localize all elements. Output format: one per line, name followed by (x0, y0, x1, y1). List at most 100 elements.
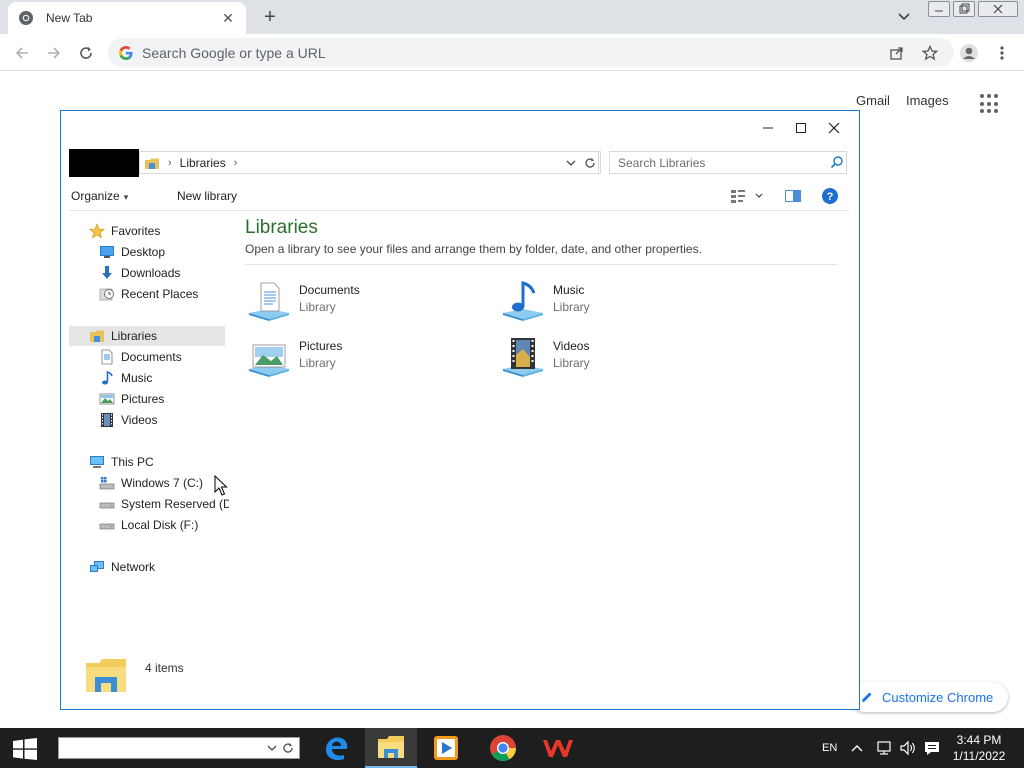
navigation-pane: Favorites Desktop Downloads Recent Place… (69, 219, 229, 649)
organize-button[interactable]: Organize ▾ (71, 189, 128, 203)
library-videos[interactable]: Videos Library (501, 335, 721, 379)
nav-this-pc[interactable]: This PC (89, 452, 154, 472)
new-tab-button[interactable]: + (258, 6, 282, 28)
file-explorer-icon[interactable] (365, 728, 417, 768)
chrome-close-button[interactable] (978, 1, 1018, 17)
nav-favorites-label: Favorites (111, 224, 161, 238)
library-name: Videos (553, 339, 590, 353)
nav-pictures[interactable]: Pictures (99, 389, 164, 409)
library-music[interactable]: Music Library (501, 279, 721, 323)
bookmark-star-icon[interactable] (921, 44, 939, 62)
nav-drive-d[interactable]: System Reserved (D: (99, 494, 229, 514)
nav-videos-label: Videos (121, 413, 158, 427)
computer-icon (90, 456, 104, 468)
preview-pane-icon[interactable] (784, 187, 802, 208)
breadcrumb-libraries[interactable]: Libraries (180, 156, 226, 170)
clock-time: 3:44 PM (956, 733, 1002, 747)
notification-icon[interactable] (923, 740, 941, 756)
nav-drive-f[interactable]: Local Disk (F:) (99, 515, 198, 535)
chrome-restore-button[interactable] (953, 1, 975, 17)
windows-drive-icon (99, 477, 115, 490)
chrome-icon[interactable] (477, 728, 529, 768)
file-explorer-window: › Libraries › Search Libraries Organize ▾… (60, 110, 860, 710)
mouse-cursor-icon (214, 475, 228, 496)
library-pictures[interactable]: Pictures Library (247, 335, 467, 379)
music-library-icon (503, 281, 543, 321)
tray-chevron-up-icon[interactable] (850, 742, 864, 754)
address-dropdown-icon[interactable] (563, 151, 579, 174)
tab-search-icon[interactable] (894, 8, 914, 26)
ntp-links: Gmail Images (856, 93, 965, 108)
nav-documents[interactable]: Documents (99, 347, 182, 367)
change-view-icon[interactable] (729, 187, 769, 208)
nav-libraries[interactable]: Libraries (69, 326, 225, 346)
wps-office-icon[interactable] (532, 728, 584, 768)
videos-library-icon (503, 338, 543, 377)
nav-desktop[interactable]: Desktop (99, 242, 165, 262)
share-icon[interactable] (888, 44, 906, 62)
profile-avatar-icon[interactable] (957, 41, 981, 65)
content-title: Libraries (245, 217, 318, 238)
nav-recent-places[interactable]: Recent Places (99, 284, 198, 304)
back-forward-buttons[interactable] (69, 149, 139, 177)
nav-this-pc-label: This PC (111, 455, 154, 469)
content-subtitle: Open a library to see your files and arr… (245, 242, 837, 265)
star-icon (89, 223, 105, 239)
tab-close-icon[interactable]: ✕ (220, 10, 236, 26)
gmail-link[interactable]: Gmail (856, 93, 890, 108)
desktop-icon (100, 246, 114, 258)
omnibox-placeholder: Search Google or type a URL (142, 44, 326, 61)
new-library-button[interactable]: New library (177, 189, 237, 203)
nav-videos[interactable]: Videos (99, 410, 157, 430)
refresh-icon[interactable] (579, 151, 601, 174)
chrome-menu-icon[interactable] (990, 41, 1014, 65)
help-icon[interactable]: ? (821, 187, 839, 208)
library-documents[interactable]: Documents Library (247, 279, 467, 323)
google-apps-icon[interactable] (980, 94, 1000, 114)
tab-new-tab[interactable]: New Tab ✕ (8, 2, 246, 34)
network-tray-icon[interactable] (876, 740, 894, 756)
nav-favorites[interactable]: Favorites (89, 221, 160, 241)
nav-drive-d-label: System Reserved (D: (121, 497, 229, 511)
film-icon (101, 413, 113, 427)
refresh-icon[interactable] (281, 741, 295, 755)
edge-icon[interactable] (310, 728, 362, 768)
breadcrumb-chevron-icon[interactable]: › (234, 157, 238, 169)
chevron-down-icon[interactable] (267, 742, 277, 754)
media-player-icon[interactable] (420, 728, 472, 768)
chrome-minimize-button[interactable] (928, 1, 950, 17)
customize-chrome-button[interactable]: Customize Chrome (850, 682, 1008, 712)
library-type: Library (299, 300, 336, 314)
search-icon[interactable] (830, 155, 844, 169)
explorer-close-button[interactable] (819, 117, 849, 139)
library-type: Library (553, 300, 590, 314)
nav-documents-label: Documents (121, 350, 182, 364)
pictures-library-icon (249, 344, 289, 377)
search-placeholder: Search Libraries (618, 155, 706, 170)
library-name: Documents (299, 283, 360, 297)
address-bar[interactable]: › Libraries › (139, 151, 599, 174)
libraries-icon (90, 330, 104, 342)
explorer-maximize-button[interactable] (786, 117, 816, 139)
language-indicator[interactable]: EN (822, 728, 837, 768)
nav-network[interactable]: Network (89, 557, 155, 577)
nav-music[interactable]: Music (99, 368, 152, 388)
nav-drive-c[interactable]: Windows 7 (C:) (99, 473, 203, 493)
omnibox[interactable]: Search Google or type a URL (108, 38, 954, 67)
forward-button[interactable] (42, 41, 66, 65)
taskbar-clock[interactable]: 3:44 PM 1/11/2022 (944, 732, 1014, 764)
command-bar: Organize ▾ New library ? (69, 183, 849, 211)
svg-text:?: ? (827, 191, 834, 203)
nav-desktop-label: Desktop (121, 245, 166, 259)
reload-button[interactable] (74, 41, 98, 65)
taskbar-address-input[interactable] (58, 737, 300, 759)
images-link[interactable]: Images (906, 93, 949, 108)
back-button[interactable] (10, 41, 34, 65)
windows-start-icon[interactable] (12, 738, 38, 760)
volume-icon[interactable] (899, 740, 917, 756)
nav-downloads[interactable]: Downloads (99, 263, 180, 283)
explorer-title-bar (61, 111, 859, 145)
breadcrumb-chevron-icon[interactable]: › (168, 157, 172, 169)
search-libraries-input[interactable]: Search Libraries (609, 151, 847, 174)
explorer-minimize-button[interactable] (753, 117, 783, 139)
